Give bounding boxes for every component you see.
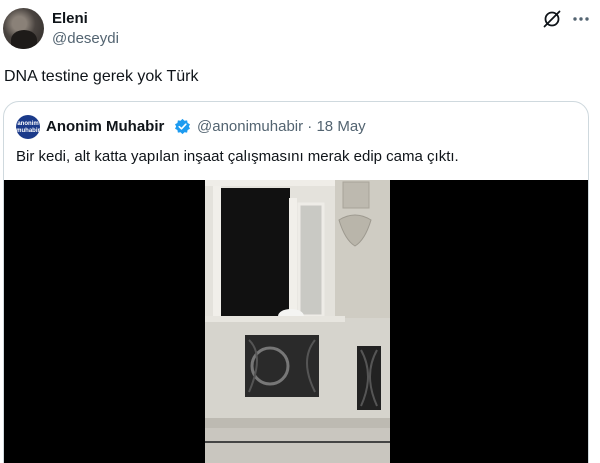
grok-icon[interactable] xyxy=(542,9,562,29)
quoted-author-meta: @anonimuhabir · 18 May xyxy=(197,118,366,135)
video-frame-image xyxy=(205,180,390,463)
quoted-author-handle[interactable]: @anonimuhabir xyxy=(197,118,303,135)
meta-separator: · xyxy=(307,118,313,135)
quoted-tweet-text: Bir kedi, alt katta yapılan inşaat çalış… xyxy=(16,148,459,165)
tweet-text: DNA testine gerek yok Türk xyxy=(4,68,199,85)
more-icon[interactable] xyxy=(571,9,591,29)
quoted-tweet[interactable]: anonim muhabir Anonim Muhabir @anonimuha… xyxy=(3,101,589,463)
author-handle[interactable]: @deseydi xyxy=(52,30,119,47)
verified-badge-icon xyxy=(175,118,190,135)
quoted-media[interactable] xyxy=(4,180,588,463)
author-avatar[interactable] xyxy=(3,8,44,49)
quoted-date[interactable]: 18 May xyxy=(316,118,365,135)
author-name[interactable]: Eleni xyxy=(52,10,88,27)
quoted-author-name[interactable]: Anonim Muhabir xyxy=(46,118,164,135)
quoted-author-avatar[interactable]: anonim muhabir xyxy=(16,115,40,139)
